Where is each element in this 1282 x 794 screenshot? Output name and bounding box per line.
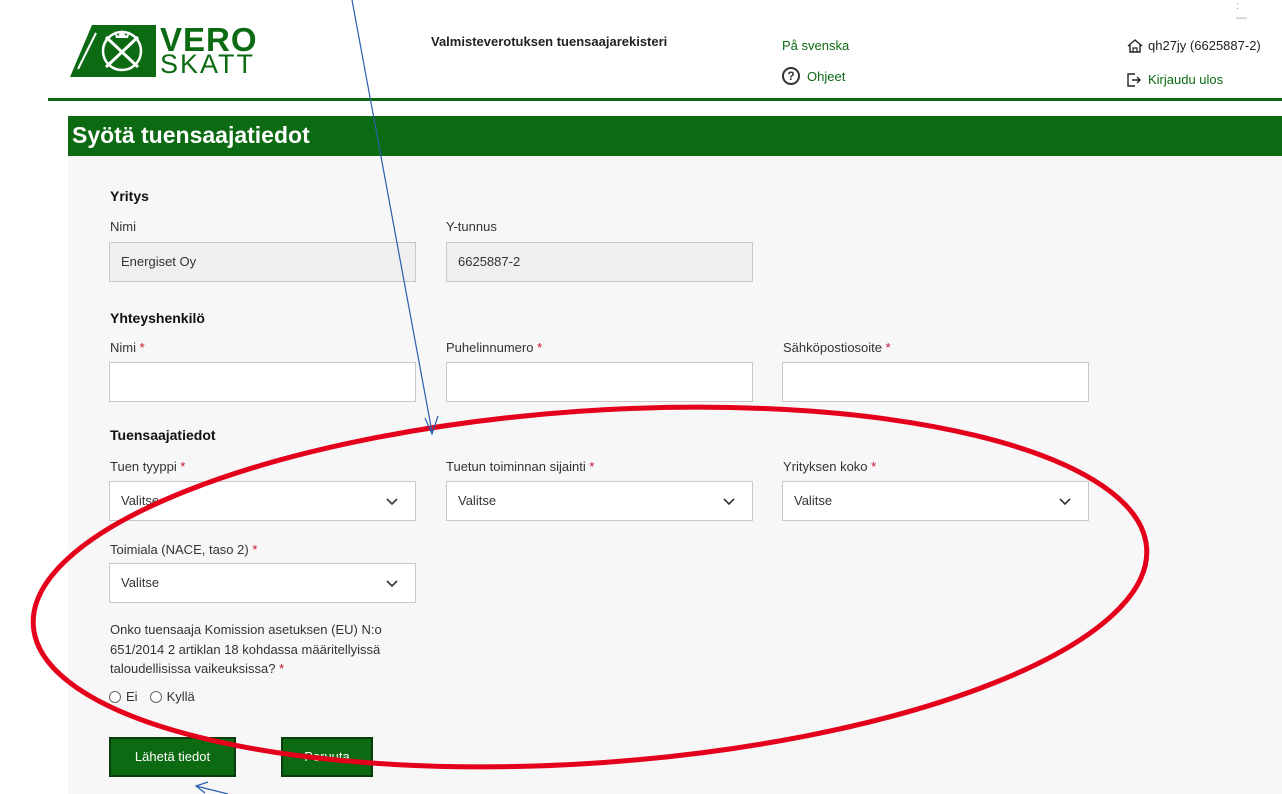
user-info: qh27jy (6625887-2): [1127, 38, 1261, 53]
financial-difficulty-question: Onko tuensaaja Komission asetuksen (EU) …: [110, 620, 410, 679]
logo-text-skatt: SKATT: [160, 49, 256, 79]
financial-difficulty-question-text: Onko tuensaaja Komission asetuksen (EU) …: [110, 622, 382, 676]
radio-yes[interactable]: [149, 690, 162, 703]
radio-no[interactable]: [109, 690, 121, 703]
section-title-contact: Yhteyshenkilö: [110, 310, 205, 326]
location-select-value: Valitse: [458, 493, 497, 508]
business-id-label: Y-tunnus: [446, 219, 497, 234]
contact-name-label: Nimi *: [110, 340, 145, 355]
aid-type-label: Tuen tyyppi *: [110, 459, 185, 474]
location-label-text: Tuetun toiminnan sijainti: [446, 459, 586, 474]
company-size-label: Yrityksen koko *: [783, 459, 876, 474]
company-size-select[interactable]: Valitse: [782, 481, 1089, 521]
page-title: Syötä tuensaajatiedot: [72, 122, 310, 148]
email-label: Sähköpostiosoite *: [783, 340, 891, 355]
required-marker: *: [589, 459, 595, 474]
required-marker: *: [139, 340, 145, 355]
industry-label: Toimiala (NACE, taso 2) *: [110, 542, 257, 557]
company-size-label-text: Yrityksen koko: [783, 459, 868, 474]
chevron-down-icon: [386, 498, 398, 506]
app-title: Valmisteverotuksen tuensaajarekisteri: [431, 34, 668, 49]
chevron-down-icon: [386, 580, 398, 588]
location-label: Tuetun toiminnan sijainti *: [446, 459, 594, 474]
phone-input[interactable]: [446, 362, 753, 402]
language-switch-link[interactable]: På svenska: [782, 38, 849, 53]
required-marker: *: [180, 459, 186, 474]
vero-skatt-logo[interactable]: VERO SKATT: [70, 21, 257, 79]
required-marker: *: [279, 661, 285, 676]
question-circle-icon: ?: [782, 67, 800, 85]
industry-label-text: Toimiala (NACE, taso 2): [110, 542, 249, 557]
cancel-button[interactable]: Peruuta: [281, 737, 373, 777]
page-banner: Syötä tuensaajatiedot: [68, 116, 1282, 156]
required-marker: *: [252, 542, 258, 557]
business-id-field: 6625887-2: [446, 242, 753, 282]
required-marker: *: [885, 340, 891, 355]
phone-label: Puhelinnumero *: [446, 340, 542, 355]
window-controls[interactable]: : —: [1236, 0, 1282, 24]
section-title-company: Yritys: [110, 188, 149, 204]
logout-icon: [1127, 72, 1141, 87]
help-link[interactable]: ? Ohjeet: [782, 67, 845, 85]
section-title-beneficiary: Tuensaajatiedot: [110, 427, 216, 443]
aid-type-label-text: Tuen tyyppi: [110, 459, 177, 474]
company-name-label: Nimi: [110, 219, 136, 234]
email-label-text: Sähköpostiosoite: [783, 340, 883, 355]
radio-yes-label[interactable]: Kyllä: [167, 689, 195, 704]
company-size-select-value: Valitse: [794, 493, 833, 508]
help-link-label: Ohjeet: [807, 68, 846, 84]
radio-no-label[interactable]: Ei: [126, 689, 138, 704]
emblem-icon: [70, 25, 156, 77]
required-marker: *: [537, 340, 543, 355]
contact-name-input[interactable]: [109, 362, 416, 402]
required-marker: *: [871, 459, 877, 474]
logout-label: Kirjaudu ulos: [1148, 72, 1224, 87]
company-name-field: Energiset Oy: [109, 242, 416, 282]
contact-name-label-text: Nimi: [110, 340, 136, 355]
header-divider: [48, 98, 1282, 101]
logout-link[interactable]: Kirjaudu ulos: [1127, 72, 1223, 87]
user-home-icon: [1127, 38, 1143, 53]
industry-select[interactable]: Valitse: [109, 563, 416, 603]
left-gutter: [0, 0, 48, 794]
aid-type-select-value: Valitse: [121, 493, 160, 508]
user-id-text: qh27jy (6625887-2): [1148, 38, 1261, 53]
submit-button[interactable]: Lähetä tiedot: [109, 737, 236, 777]
chevron-down-icon: [723, 498, 735, 506]
chevron-down-icon: [1059, 498, 1071, 506]
email-input[interactable]: [782, 362, 1089, 402]
financial-difficulty-radio-group: Ei Kyllä: [109, 689, 195, 704]
location-select[interactable]: Valitse: [446, 481, 753, 521]
aid-type-select[interactable]: Valitse: [109, 481, 416, 521]
phone-label-text: Puhelinnumero: [446, 340, 534, 355]
industry-select-value: Valitse: [121, 575, 160, 590]
